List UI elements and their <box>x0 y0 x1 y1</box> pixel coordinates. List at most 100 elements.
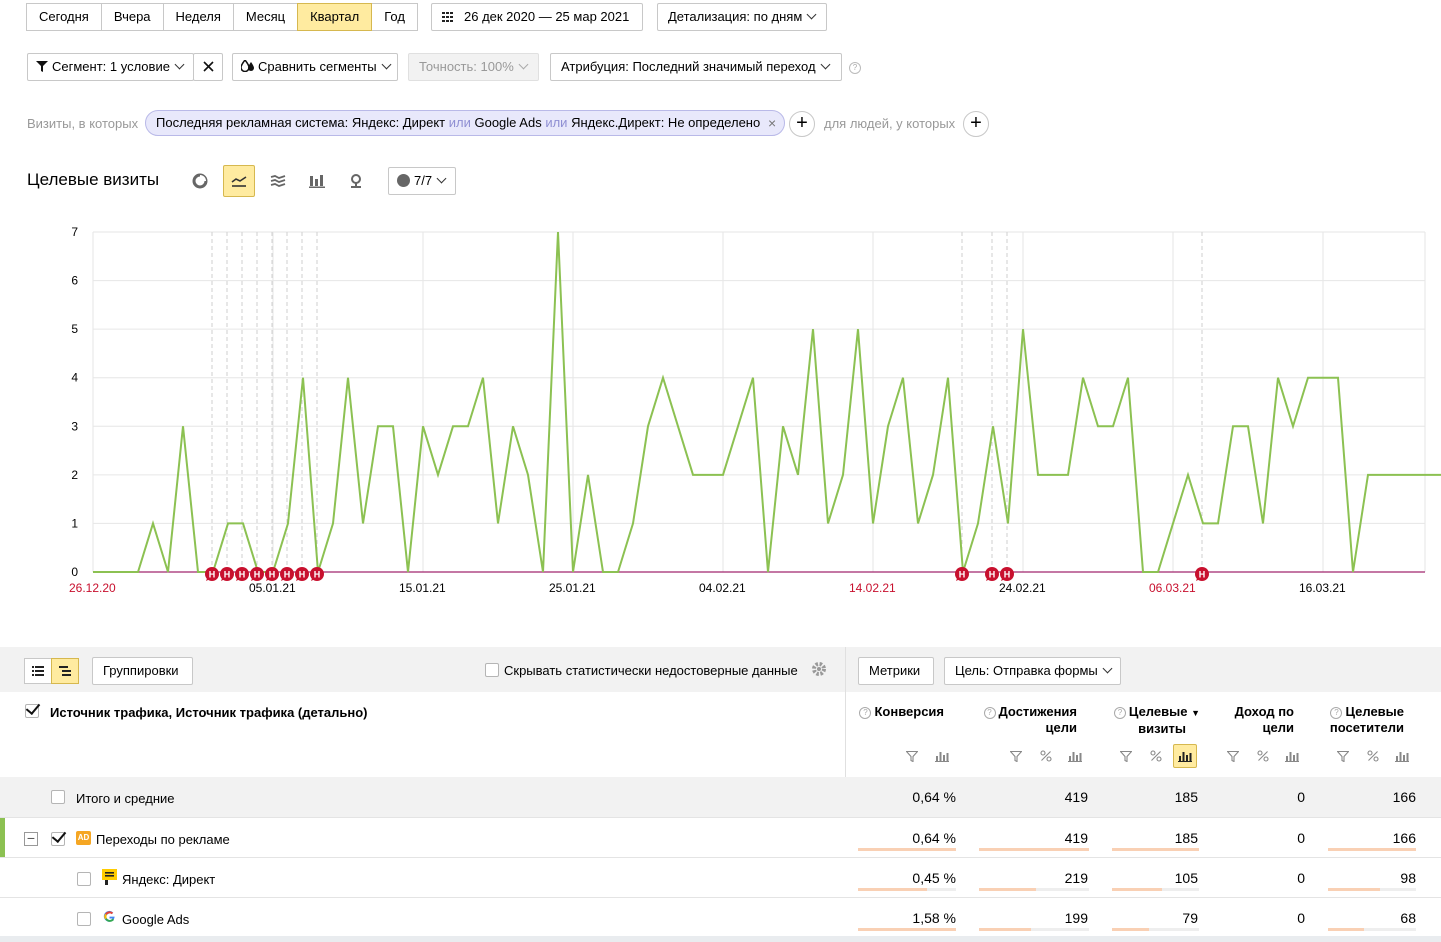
groupings-button[interactable]: Группировки <box>92 657 193 685</box>
percent-icon[interactable] <box>1144 744 1168 768</box>
table-row-google-ads[interactable]: Google Ads 1,58 % 199 79 0 68 <box>0 898 1441 938</box>
attribution-dropdown[interactable]: Атрибуция: Последний значимый переход <box>550 53 842 81</box>
filter-icon[interactable] <box>1004 744 1028 768</box>
row-name[interactable]: Google Ads <box>122 912 189 927</box>
target-visits-header-line1: Целевые <box>1128 704 1188 719</box>
tree-view-button[interactable] <box>51 658 79 684</box>
cell-achievements: 419 <box>1064 830 1088 846</box>
income-header[interactable]: Доход по цели <box>1220 704 1294 736</box>
add-visit-condition-button[interactable]: + <box>789 111 815 137</box>
horizontal-scrollbar[interactable] <box>0 936 1441 942</box>
dimension-checkbox[interactable] <box>25 704 39 718</box>
list-view-button[interactable] <box>24 658 52 684</box>
row-checkbox[interactable] <box>77 912 91 926</box>
metrics-button[interactable]: Метрики <box>858 657 934 685</box>
period-quarter[interactable]: Квартал <box>297 3 373 31</box>
map-chart-button[interactable] <box>340 165 372 197</box>
row-checkbox[interactable] <box>51 832 65 846</box>
y-tick-label: 1 <box>71 516 78 530</box>
cell-achievements: 219 <box>1064 870 1088 886</box>
add-people-condition-button[interactable]: + <box>963 111 989 137</box>
y-tick-label: 7 <box>71 225 78 239</box>
hide-unreliable-label: Скрывать статистически недостоверные дан… <box>504 663 798 678</box>
y-tick-label: 5 <box>71 322 78 336</box>
remove-condition-icon[interactable]: × <box>768 111 776 135</box>
detail-label: Детализация: по дням <box>668 9 803 24</box>
period-today[interactable]: Сегодня <box>26 3 102 31</box>
percent-icon[interactable] <box>1034 744 1058 768</box>
cell-target-visits: 105 <box>1174 870 1198 886</box>
pie-chart-button[interactable] <box>184 165 216 197</box>
hide-unreliable-checkbox[interactable] <box>485 663 499 677</box>
line-chart-button[interactable] <box>223 165 255 197</box>
cell-bar <box>1328 888 1380 891</box>
plus-icon: + <box>970 112 982 134</box>
achievements-header[interactable]: ? Достижения цели <box>975 704 1077 736</box>
bar-chart-icon[interactable] <box>1390 744 1414 768</box>
detail-dropdown[interactable]: Детализация: по дням <box>657 3 827 31</box>
cell-income: 0 <box>1297 870 1305 886</box>
close-icon <box>202 55 214 81</box>
period-month[interactable]: Месяц <box>232 3 299 31</box>
annotation-marker-label: Н <box>284 570 291 580</box>
gear-icon[interactable] <box>811 661 827 680</box>
bar-chart-icon[interactable] <box>1173 744 1197 768</box>
annotations-dropdown[interactable]: 7/7 <box>388 167 456 195</box>
period-year[interactable]: Год <box>371 3 418 31</box>
cell-bar <box>979 888 1036 891</box>
x-tick-label: 04.02.21 <box>699 581 746 595</box>
help-icon[interactable]: ? <box>983 707 996 719</box>
help-icon[interactable]: ? <box>849 62 861 74</box>
bar-chart-icon[interactable] <box>930 744 954 768</box>
help-icon[interactable]: ? <box>1330 707 1343 719</box>
clear-segment-button[interactable] <box>193 53 223 81</box>
annotation-marker-label: Н <box>1004 570 1011 580</box>
filter-icon[interactable] <box>900 744 924 768</box>
accuracy-dropdown[interactable]: Точность: 100% <box>408 53 539 81</box>
segment-dropdown[interactable]: Сегмент: 1 условие <box>27 53 194 81</box>
filter-icon[interactable] <box>1331 744 1355 768</box>
bar-chart-icon[interactable] <box>1063 744 1087 768</box>
area-chart-button[interactable] <box>262 165 294 197</box>
percent-icon[interactable] <box>1251 744 1275 768</box>
filter-icon <box>36 55 48 81</box>
target-visits-header[interactable]: ? Целевые ▼ визиты <box>1108 704 1200 737</box>
help-icon[interactable]: ? <box>1113 707 1126 719</box>
percent-icon[interactable] <box>1361 744 1385 768</box>
drops-icon <box>240 55 255 81</box>
table-row-ads[interactable]: − AD Переходы по рекламе 0,64 % 419 185 … <box>0 818 1441 858</box>
achievements-header-line1: Достижения <box>998 704 1077 719</box>
cell-income: 0 <box>1297 830 1305 846</box>
collapse-icon[interactable]: − <box>24 831 38 846</box>
y-tick-label: 2 <box>71 468 78 482</box>
target-visitors-header[interactable]: ? Целевые посетители <box>1318 704 1404 736</box>
annotation-marker-label: Н <box>239 570 246 580</box>
period-week[interactable]: Неделя <box>162 3 234 31</box>
date-range-button[interactable]: 26 дек 2020 — 25 мар 2021 <box>431 3 643 31</box>
compare-label: Сравнить сегменты <box>258 59 377 74</box>
condition-main: Последняя рекламная система: Яндекс: Дир… <box>156 115 446 130</box>
cell-achievements: 419 <box>1064 789 1088 805</box>
table-row-yandex-direct[interactable]: Яндекс: Директ 0,45 % 219 105 0 98 <box>0 858 1441 898</box>
period-yesterday[interactable]: Вчера <box>100 3 164 31</box>
segment-condition-pill[interactable]: Последняя рекламная система: Яндекс: Дир… <box>145 110 786 136</box>
bar-chart-icon[interactable] <box>1280 744 1304 768</box>
tree-icon <box>59 666 71 676</box>
row-name[interactable]: Переходы по рекламе <box>96 832 230 847</box>
row-checkbox[interactable] <box>51 790 65 804</box>
help-icon[interactable]: ? <box>859 707 872 719</box>
row-name: Итого и средние <box>76 791 175 806</box>
row-checkbox[interactable] <box>77 872 91 886</box>
cell-target-visits: 79 <box>1182 910 1198 926</box>
compare-segments-dropdown[interactable]: Сравнить сегменты <box>232 53 398 81</box>
chevron-down-icon <box>518 59 529 70</box>
bar-chart-button[interactable] <box>301 165 333 197</box>
row-name[interactable]: Яндекс: Директ <box>122 872 215 887</box>
dimension-header[interactable]: Источник трафика, Источник трафика (дета… <box>50 705 368 721</box>
annotation-marker-label: Н <box>254 570 261 580</box>
cell-target-visits: 185 <box>1174 789 1198 805</box>
filter-icon[interactable] <box>1221 744 1245 768</box>
goal-dropdown[interactable]: Цель: Отправка формы <box>944 657 1121 685</box>
conversion-header[interactable]: ? Конверсия <box>858 704 944 720</box>
filter-icon[interactable] <box>1114 744 1138 768</box>
